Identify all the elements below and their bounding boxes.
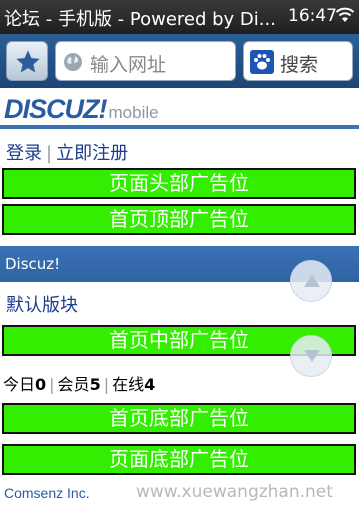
chevron-down-icon <box>304 350 320 362</box>
scroll-up-button[interactable] <box>290 260 332 302</box>
ad-home-bottom[interactable]: 首页底部广告位 <box>2 403 356 434</box>
favorites-button[interactable] <box>6 41 48 81</box>
today-label: 今日 <box>3 375 36 394</box>
chevron-up-icon <box>304 275 320 287</box>
url-placeholder: 输入网址 <box>90 54 167 76</box>
logo-suffix: mobile <box>108 103 159 122</box>
online-label: 在线 <box>112 375 145 394</box>
ad-home-top[interactable]: 首页顶部广告位 <box>2 204 356 235</box>
register-link[interactable]: 立即注册 <box>56 143 128 164</box>
footer-company[interactable]: Comsenz Inc. <box>4 485 90 501</box>
members-value: 5 <box>89 375 101 394</box>
logo-brand: DISCUZ! <box>4 94 107 124</box>
site-logo[interactable]: DISCUZ! mobile <box>4 94 159 124</box>
paw-icon <box>250 50 274 74</box>
url-input[interactable]: 输入网址 <box>55 41 236 81</box>
ad-page-header[interactable]: 页面头部广告位 <box>2 168 356 199</box>
today-value: 0 <box>35 375 47 394</box>
browser-toolbar: 输入网址 搜索 <box>0 34 359 88</box>
window-title: 论坛 - 手机版 - Powered by Di... <box>4 9 276 30</box>
header-divider <box>0 125 359 129</box>
ad-page-footer[interactable]: 页面底部广告位 <box>2 444 356 475</box>
wifi-icon <box>335 7 355 22</box>
star-icon <box>16 50 40 73</box>
watermark: www.xuewangzhan.net <box>136 482 333 502</box>
site-stats: 今日0 | 会员5 | 在线4 <box>3 371 155 395</box>
online-value: 4 <box>144 375 156 394</box>
search-button[interactable]: 搜索 <box>243 41 353 81</box>
status-bar: 论坛 - 手机版 - Powered by Di... 16:47 <box>0 0 359 34</box>
login-link[interactable]: 登录 <box>6 143 42 164</box>
globe-icon <box>64 53 82 71</box>
stats-separator: | <box>49 375 55 394</box>
search-label: 搜索 <box>280 54 319 76</box>
clock: 16:47 <box>288 6 337 26</box>
stats-separator: | <box>103 375 110 394</box>
link-separator: | <box>46 143 53 164</box>
scroll-down-button[interactable] <box>290 335 332 377</box>
auth-links: 登录 | 立即注册 <box>6 139 128 165</box>
members-label: 会员 <box>57 375 90 394</box>
board-link[interactable]: 默认版块 <box>6 291 78 317</box>
